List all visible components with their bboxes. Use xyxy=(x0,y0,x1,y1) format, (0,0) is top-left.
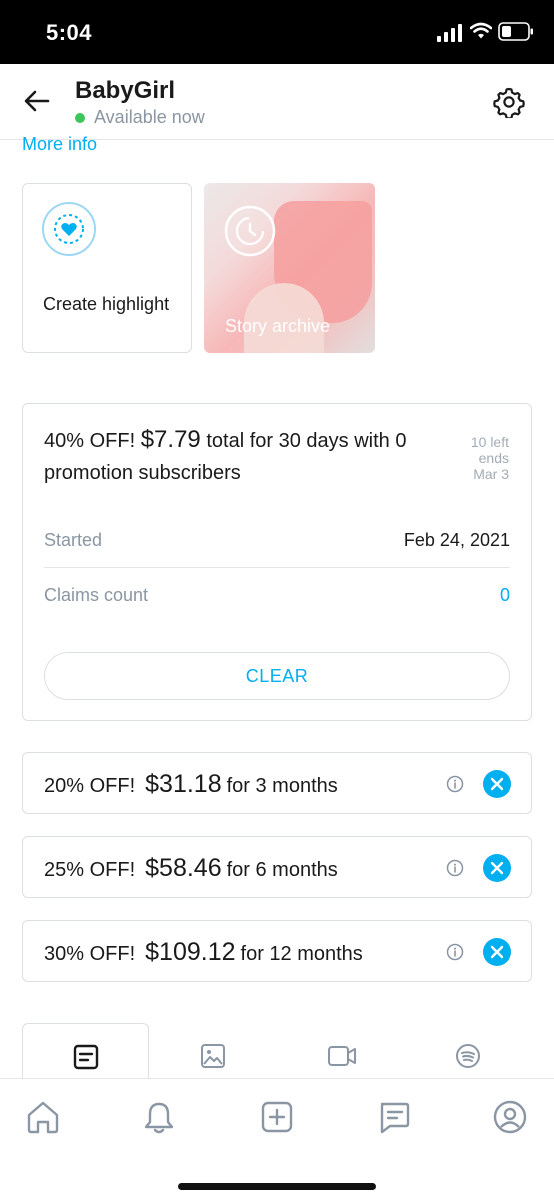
discount-row: 25% OFF! $58.46 for 6 months xyxy=(22,836,532,898)
info-icon[interactable] xyxy=(446,775,464,793)
info-icon[interactable] xyxy=(446,859,464,877)
discount-period: for 3 months xyxy=(226,775,338,797)
signal-icon xyxy=(437,24,462,42)
started-label: Started xyxy=(44,530,103,550)
home-icon[interactable] xyxy=(25,1099,61,1135)
promotion-card: 40% OFF! $7.79 total for 30 days with 0 … xyxy=(22,403,532,721)
promotion-discount: 40% OFF! xyxy=(44,430,136,452)
discount-price: $31.18 xyxy=(145,770,222,798)
chat-header: BabyGirl Available now xyxy=(0,64,554,140)
promotion-headline: 40% OFF! $7.79 total for 30 days with 0 … xyxy=(44,424,444,489)
profile-icon[interactable] xyxy=(492,1099,528,1135)
promotion-left: 10 left xyxy=(470,434,509,450)
info-icon[interactable] xyxy=(446,943,464,961)
page-title: BabyGirl xyxy=(75,77,176,104)
status-time: 5:04 xyxy=(46,20,93,45)
messages-icon[interactable] xyxy=(376,1099,412,1135)
discount-price: $109.12 xyxy=(145,938,236,966)
clear-button[interactable]: CLEAR xyxy=(44,652,510,700)
remove-icon[interactable] xyxy=(483,938,511,966)
posts-icon xyxy=(73,1044,99,1070)
promotion-price: $7.79 xyxy=(140,426,201,453)
discount-text: 25% OFF! $58.46 for 6 months xyxy=(44,854,338,883)
clock-icon xyxy=(224,205,276,257)
more-info-link[interactable]: More info xyxy=(22,134,97,155)
wifi-icon xyxy=(470,22,492,39)
claims-value[interactable]: 0 xyxy=(500,585,510,606)
discount-percent: 20% OFF! xyxy=(44,775,136,797)
online-dot-icon xyxy=(75,112,85,123)
battery-icon xyxy=(498,22,533,41)
discount-text: 30% OFF! $109.12 for 12 months xyxy=(44,938,363,967)
content-tabs xyxy=(0,1023,554,1079)
status-bar: 5:04 xyxy=(0,0,554,64)
discount-row: 20% OFF! $31.18 for 3 months xyxy=(22,752,532,814)
divider xyxy=(44,567,510,568)
availability-status: Available now xyxy=(75,107,205,128)
gear-icon[interactable] xyxy=(493,86,525,118)
promotion-ends-date: Mar 3 xyxy=(473,466,509,482)
audio-icon[interactable] xyxy=(455,1043,481,1069)
discount-period: for 12 months xyxy=(240,943,363,965)
add-icon[interactable] xyxy=(259,1099,295,1135)
started-value: Feb 24, 2021 xyxy=(403,530,510,550)
story-archive-card[interactable]: Story archive xyxy=(204,183,375,353)
discount-percent: 25% OFF! xyxy=(44,859,136,881)
story-archive-label: Story archive xyxy=(225,316,331,336)
discount-price: $58.46 xyxy=(145,854,222,882)
bottom-nav xyxy=(0,1078,554,1200)
tab-posts[interactable] xyxy=(22,1023,149,1079)
promotion-ends-label: ends xyxy=(478,450,509,466)
create-highlight-card[interactable]: Create highlight xyxy=(22,183,192,353)
create-highlight-label: Create highlight xyxy=(43,294,170,314)
remove-icon[interactable] xyxy=(483,770,511,798)
bell-icon[interactable] xyxy=(141,1099,177,1135)
discount-row: 30% OFF! $109.12 for 12 months xyxy=(22,920,532,982)
claims-row: Claims count 0 xyxy=(44,585,510,639)
started-row: Started Feb 24, 2021 xyxy=(44,530,510,584)
promotion-meta: 10 left ends Mar 3 xyxy=(471,434,509,482)
discount-period: for 6 months xyxy=(226,859,338,881)
photos-icon[interactable] xyxy=(200,1043,226,1069)
availability-text: Available now xyxy=(94,107,205,127)
back-arrow-icon[interactable] xyxy=(22,86,52,116)
claims-label: Claims count xyxy=(44,585,149,605)
discount-percent: 30% OFF! xyxy=(44,943,136,965)
remove-icon[interactable] xyxy=(483,854,511,882)
videos-icon[interactable] xyxy=(327,1043,357,1069)
highlight-heart-icon xyxy=(42,202,96,256)
discount-text: 20% OFF! $31.18 for 3 months xyxy=(44,770,338,799)
home-indicator xyxy=(178,1183,376,1190)
